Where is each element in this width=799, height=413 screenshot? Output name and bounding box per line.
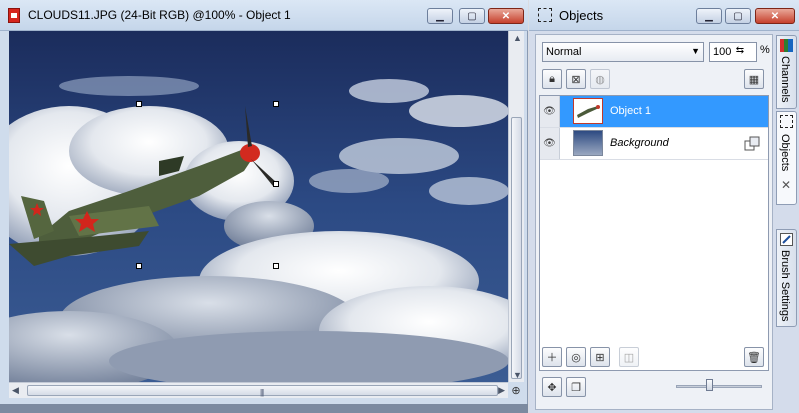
thumbnail-size-slider-thumb[interactable] [706, 379, 713, 391]
lock-transparency-button[interactable]: 🔒︎ [542, 69, 562, 89]
visibility-eye-icon[interactable]: 👁︎ [540, 96, 560, 127]
objects-panel-body: Normal ▼ 100 ⇆ % 🔒︎ ⊠ ◍ ▦ 👁︎ Object 1 👁︎… [535, 34, 773, 410]
horizontal-scrollbar[interactable]: ◀ ||| ▶ [9, 382, 508, 398]
new-from-selection-icon: ⊞ [595, 351, 605, 364]
docker-side-tabs: Channels Objects Brush Settings [775, 31, 799, 413]
document-icon [8, 8, 20, 23]
lock-icon: 🔒︎ [549, 72, 555, 85]
selection-handle[interactable] [273, 263, 279, 269]
tab-brush-settings[interactable]: Brush Settings [776, 229, 797, 327]
scroll-left-icon[interactable]: ◀ [12, 385, 19, 396]
window-bottom-edge [0, 404, 528, 413]
channels-icon [780, 39, 793, 52]
scroll-right-icon[interactable]: ▶ [498, 385, 505, 396]
new-lens-icon: ◎ [571, 351, 581, 364]
close-button[interactable]: ✕ [488, 8, 524, 24]
object-row-main[interactable]: Object 1 [560, 96, 768, 127]
tab-channels[interactable]: Channels [776, 35, 797, 109]
object-name: Object 1 [610, 105, 651, 117]
objects-docker-title: Objects [559, 8, 604, 23]
tab-brush-settings-label: Brush Settings [779, 250, 791, 322]
combine-objects-icon: ◫ [623, 351, 635, 364]
objects-icon [538, 8, 552, 22]
objects-docker-titlebar[interactable]: Objects ▁ ▢ ✕ [529, 0, 799, 31]
minimize-icon: ▁ [705, 10, 713, 22]
clouds-photo [9, 31, 508, 382]
background-lock-icon [744, 136, 760, 151]
new-object-icon: ＋ [546, 352, 558, 364]
objects-docker: Objects ▁ ▢ ✕ Normal ▼ 100 ⇆ % 🔒︎ ⊠ ◍ ▦ … [529, 0, 799, 413]
horizontal-scroll-thumb[interactable]: ||| [27, 385, 498, 397]
selection-handle[interactable] [273, 101, 279, 107]
combine-icon: ◍ [595, 73, 605, 86]
docker-close-icon[interactable]: ✕ [781, 178, 791, 192]
chevron-down-icon: ▼ [691, 46, 700, 56]
maximize-icon: ▢ [467, 10, 477, 22]
object-name: Background [610, 137, 669, 149]
scroll-grip-icon: ||| [260, 388, 264, 397]
blend-mode-select[interactable]: Normal ▼ [542, 42, 704, 62]
image-window: CLOUDS11.JPG (24-Bit RGB) @100% - Object… [0, 0, 528, 413]
opacity-unit-label: % [760, 44, 770, 56]
object-properties-button[interactable]: ▦ [744, 69, 764, 89]
image-window-titlebar[interactable]: CLOUDS11.JPG (24-Bit RGB) @100% - Object… [0, 0, 528, 31]
opacity-value: 100 [713, 46, 732, 58]
vertical-scrollbar[interactable]: ▲ ▼ [508, 31, 524, 382]
objects-icon [780, 115, 793, 128]
image-window-title: CLOUDS11.JPG (24-Bit RGB) @100% - Object… [28, 8, 291, 22]
maximize-icon: ▢ [733, 10, 743, 22]
minimize-icon: ▁ [436, 10, 444, 22]
minimize-button[interactable]: ▁ [427, 8, 453, 24]
object-thumbnail [573, 98, 603, 124]
combine-objects-button[interactable]: ◫ [619, 347, 639, 367]
scroll-down-icon[interactable]: ▼ [513, 370, 522, 380]
tab-objects-label: Objects [779, 134, 791, 172]
object-list[interactable]: 👁︎ Object 1 👁︎ Background [539, 95, 769, 371]
panel-minimize-button[interactable]: ▁ [696, 8, 722, 24]
scroll-up-icon[interactable]: ▲ [513, 33, 522, 43]
tab-channels-label: Channels [779, 56, 791, 103]
brush-icon [780, 233, 793, 246]
maximize-button[interactable]: ▢ [459, 8, 485, 24]
zoom-icon[interactable]: ⊕ [508, 382, 524, 398]
visibility-eye-icon[interactable]: 👁︎ [540, 128, 560, 159]
new-object-button[interactable]: ＋ [542, 347, 562, 367]
merge-icon: ❐ [571, 381, 581, 394]
panel-maximize-button[interactable]: ▢ [725, 8, 751, 24]
object-properties-icon: ▦ [748, 73, 760, 86]
delete-object-button[interactable]: 🗑︎ [744, 347, 764, 367]
vertical-scroll-thumb[interactable] [511, 117, 522, 379]
new-lens-button[interactable]: ◎ [566, 347, 586, 367]
merge-button[interactable]: ❐ [566, 377, 586, 397]
selection-handle[interactable] [136, 101, 142, 107]
tile-button[interactable]: ✥ [542, 377, 562, 397]
thumbnail-size-slider[interactable] [676, 385, 762, 388]
selection-handle[interactable] [136, 263, 142, 269]
new-from-selection-button[interactable]: ⊞ [590, 347, 610, 367]
opacity-spin-icon[interactable]: ⇆ [733, 42, 747, 60]
background-thumbnail [573, 130, 603, 156]
panel-close-button[interactable]: ✕ [755, 8, 795, 24]
tile-icon: ✥ [547, 381, 557, 394]
combine-button[interactable]: ◍ [590, 69, 610, 89]
close-icon: ✕ [501, 10, 511, 22]
image-canvas[interactable] [9, 31, 508, 382]
mask-button[interactable]: ⊠ [566, 69, 586, 89]
delete-icon: 🗑︎ [747, 351, 761, 364]
object-row-object-1[interactable]: 👁︎ Object 1 [540, 96, 768, 128]
blend-mode-value: Normal [546, 46, 582, 58]
object-row-background[interactable]: 👁︎ Background [540, 128, 768, 160]
object-row-main[interactable]: Background [560, 128, 768, 159]
selection-handle[interactable] [273, 181, 279, 187]
mask-icon: ⊠ [571, 73, 581, 86]
close-icon: ✕ [770, 10, 780, 22]
